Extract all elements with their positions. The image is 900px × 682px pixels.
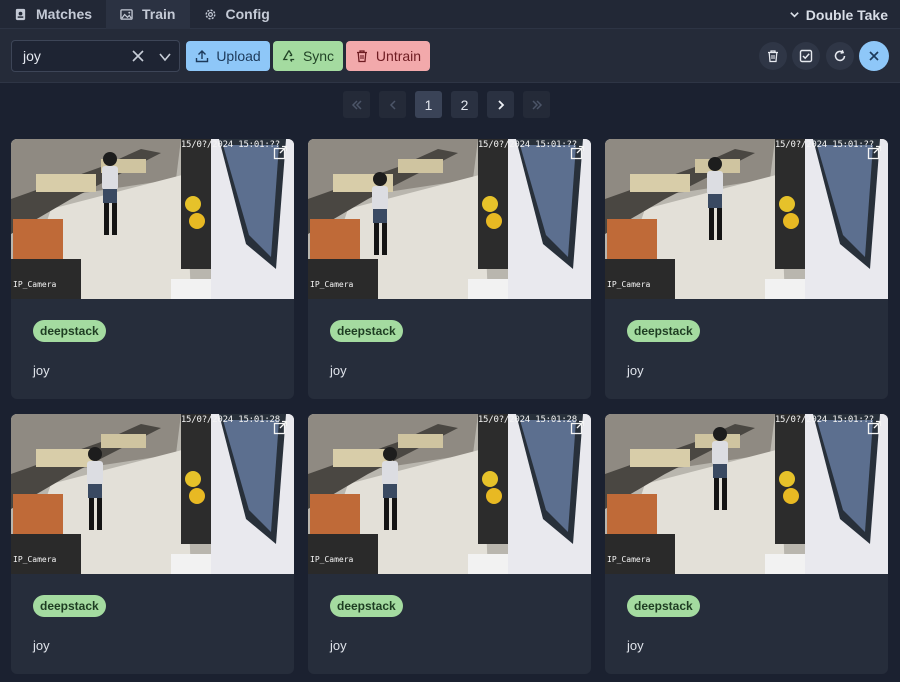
camera-scene-image bbox=[308, 139, 591, 299]
detector-badge: deepstack bbox=[627, 320, 700, 342]
match-name: joy bbox=[330, 638, 347, 653]
prev-page-button[interactable] bbox=[379, 91, 406, 118]
camera-label: IP_Camera bbox=[13, 555, 57, 564]
match-card[interactable]: 15/0?/2024 15:01:?? IP_Camera deepstack … bbox=[308, 139, 591, 399]
match-name: joy bbox=[330, 363, 347, 378]
image-icon bbox=[120, 8, 133, 20]
tab-matches-label: Matches bbox=[36, 6, 93, 22]
external-link-icon[interactable] bbox=[273, 420, 288, 435]
external-link-icon[interactable] bbox=[867, 145, 882, 160]
toolbar: joy Upload Sync Untrain bbox=[0, 29, 900, 83]
untrain-button[interactable]: Untrain bbox=[346, 41, 430, 71]
camera-label: IP_Camera bbox=[13, 280, 57, 289]
top-nav: Matches Train Config Double Take bbox=[0, 0, 900, 29]
untrain-label: Untrain bbox=[375, 48, 422, 64]
trash-icon bbox=[356, 50, 367, 63]
camera-scene-image bbox=[11, 414, 294, 574]
chevron-down-icon[interactable] bbox=[158, 50, 172, 64]
delete-button[interactable] bbox=[759, 42, 787, 70]
detector-badge: deepstack bbox=[330, 595, 403, 617]
close-icon bbox=[869, 51, 879, 61]
detector-badge: deepstack bbox=[330, 320, 403, 342]
upload-button[interactable]: Upload bbox=[186, 41, 270, 71]
page-button-1[interactable]: 1 bbox=[415, 91, 442, 118]
close-button[interactable] bbox=[859, 41, 889, 71]
pagination: 1 2 bbox=[343, 91, 550, 118]
double-chevron-left-icon bbox=[351, 99, 362, 110]
tab-matches[interactable]: Matches bbox=[0, 0, 106, 29]
camera-timestamp: 15/0?/2024 15:01:?? bbox=[774, 415, 874, 425]
external-link-icon[interactable] bbox=[570, 420, 585, 435]
camera-label: IP_Camera bbox=[607, 280, 651, 289]
camera-label: IP_Camera bbox=[310, 280, 354, 289]
detector-badge: deepstack bbox=[627, 595, 700, 617]
match-thumbnail[interactable]: 15/0?/2024 15:01:?? IP_Camera bbox=[605, 139, 888, 299]
sync-label: Sync bbox=[302, 48, 335, 64]
name-select[interactable]: joy bbox=[11, 40, 180, 72]
double-take-menu[interactable]: Double Take bbox=[789, 0, 888, 29]
chevron-down-icon bbox=[790, 12, 799, 18]
next-page-button[interactable] bbox=[487, 91, 514, 118]
camera-scene-image bbox=[308, 414, 591, 574]
chevron-left-icon bbox=[389, 99, 396, 110]
recycle-icon bbox=[282, 50, 295, 62]
tab-train-label: Train bbox=[142, 6, 176, 22]
match-card[interactable]: 15/0?/2024 15:01:?? IP_Camera deepstack … bbox=[605, 414, 888, 674]
trash-icon bbox=[768, 50, 778, 63]
camera-scene-image bbox=[605, 414, 888, 574]
tab-config-label: Config bbox=[225, 6, 270, 22]
match-thumbnail[interactable]: 15/0?/2024 15:01:?? IP_Camera bbox=[605, 414, 888, 574]
upload-label: Upload bbox=[216, 48, 261, 64]
match-thumbnail[interactable]: 15/0?/2024 15:01:?? IP_Camera bbox=[11, 139, 294, 299]
camera-label: IP_Camera bbox=[607, 555, 651, 564]
double-chevron-right-icon bbox=[531, 99, 542, 110]
checkbox-icon bbox=[799, 49, 813, 63]
camera-label: IP_Camera bbox=[310, 555, 354, 564]
match-name: joy bbox=[627, 363, 644, 378]
app-name: Double Take bbox=[805, 6, 888, 23]
last-page-button[interactable] bbox=[523, 91, 550, 118]
match-name: joy bbox=[33, 363, 50, 378]
tab-train[interactable]: Train bbox=[106, 0, 190, 29]
camera-scene-image bbox=[605, 139, 888, 299]
camera-timestamp: 15/0?/2024 15:01:?? bbox=[774, 140, 874, 150]
camera-timestamp: 15/0?/2024 15:01:28 bbox=[477, 415, 577, 425]
chevron-right-icon bbox=[497, 99, 504, 110]
match-thumbnail[interactable]: 15/0?/2024 15:01:?? IP_Camera bbox=[308, 139, 591, 299]
refresh-icon bbox=[834, 49, 846, 62]
match-card[interactable]: 15/0?/2024 15:01:?? IP_Camera deepstack … bbox=[11, 139, 294, 399]
detector-badge: deepstack bbox=[33, 320, 106, 342]
match-card[interactable]: 15/0?/2024 15:01:?? IP_Camera deepstack … bbox=[605, 139, 888, 399]
external-link-icon[interactable] bbox=[867, 420, 882, 435]
external-link-icon[interactable] bbox=[570, 145, 585, 160]
match-thumbnail[interactable]: 15/0?/2024 15:01:28 IP_Camera bbox=[308, 414, 591, 574]
clear-icon[interactable] bbox=[131, 49, 145, 63]
external-link-icon[interactable] bbox=[273, 145, 288, 160]
detector-badge: deepstack bbox=[33, 595, 106, 617]
tab-config[interactable]: Config bbox=[190, 0, 284, 29]
camera-timestamp: 15/0?/2024 15:01:?? bbox=[180, 140, 280, 150]
name-select-value: joy bbox=[23, 48, 41, 64]
id-card-icon bbox=[15, 8, 26, 20]
camera-timestamp: 15/0?/2024 15:01:?? bbox=[477, 140, 577, 150]
upload-icon bbox=[196, 50, 209, 63]
match-card[interactable]: 15/0?/2024 15:01:28 IP_Camera deepstack … bbox=[11, 414, 294, 674]
match-name: joy bbox=[33, 638, 50, 653]
first-page-button[interactable] bbox=[343, 91, 370, 118]
select-all-button[interactable] bbox=[792, 42, 820, 70]
match-thumbnail[interactable]: 15/0?/2024 15:01:28 IP_Camera bbox=[11, 414, 294, 574]
match-name: joy bbox=[627, 638, 644, 653]
sync-button[interactable]: Sync bbox=[273, 41, 343, 71]
camera-timestamp: 15/0?/2024 15:01:28 bbox=[180, 415, 280, 425]
refresh-button[interactable] bbox=[826, 42, 854, 70]
gear-icon bbox=[204, 8, 216, 20]
page-button-2[interactable]: 2 bbox=[451, 91, 478, 118]
camera-scene-image bbox=[11, 139, 294, 299]
match-card[interactable]: 15/0?/2024 15:01:28 IP_Camera deepstack … bbox=[308, 414, 591, 674]
